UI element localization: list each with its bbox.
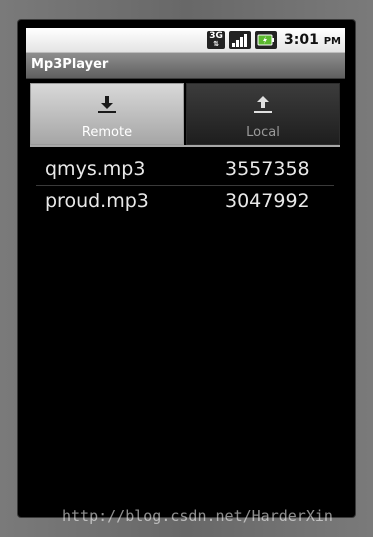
status-icons: 3G ⇅ 3:01 PM — [207, 30, 341, 50]
app-title: Mp3Player — [31, 57, 109, 72]
device-bezel: 3G ⇅ 3:01 PM Mp3Player Remote Local qmys… — [18, 20, 355, 517]
download-icon — [98, 96, 116, 113]
file-name: qmys.mp3 — [45, 158, 146, 180]
upload-icon — [254, 96, 272, 113]
clock-time: 3:01 — [284, 32, 319, 48]
file-name: proud.mp3 — [45, 190, 149, 212]
signal-strength-icon — [229, 31, 252, 49]
tab-indicator-line — [30, 145, 340, 147]
tab-local[interactable]: Local — [186, 83, 340, 145]
list-item[interactable]: qmys.mp3 3557358 — [36, 154, 334, 186]
status-bar: 3G ⇅ 3:01 PM — [26, 28, 345, 53]
list-item[interactable]: proud.mp3 3047992 — [36, 186, 334, 218]
tab-bar: Remote Local — [30, 83, 340, 147]
clock-ampm: PM — [323, 36, 341, 47]
app-title-bar: Mp3Player — [26, 53, 345, 79]
tab-remote[interactable]: Remote — [30, 83, 184, 145]
file-size: 3047992 — [225, 190, 310, 212]
device-screen: 3G ⇅ 3:01 PM Mp3Player Remote Local qmys… — [26, 28, 345, 514]
status-clock: 3:01 PM — [284, 32, 341, 48]
tab-remote-label: Remote — [81, 125, 133, 140]
battery-charging-icon — [255, 31, 278, 49]
network-3g-icon: 3G ⇅ — [207, 31, 226, 49]
file-list: qmys.mp3 3557358 proud.mp3 3047992 — [36, 154, 334, 218]
file-size: 3557358 — [225, 158, 310, 180]
emulator-frame: 3G ⇅ 3:01 PM Mp3Player Remote Local qmys… — [0, 0, 373, 537]
watermark-text: http://blog.csdn.net/HarderXin — [62, 507, 333, 525]
tab-local-label: Local — [246, 125, 280, 140]
data-arrows-icon: ⇅ — [213, 40, 219, 48]
